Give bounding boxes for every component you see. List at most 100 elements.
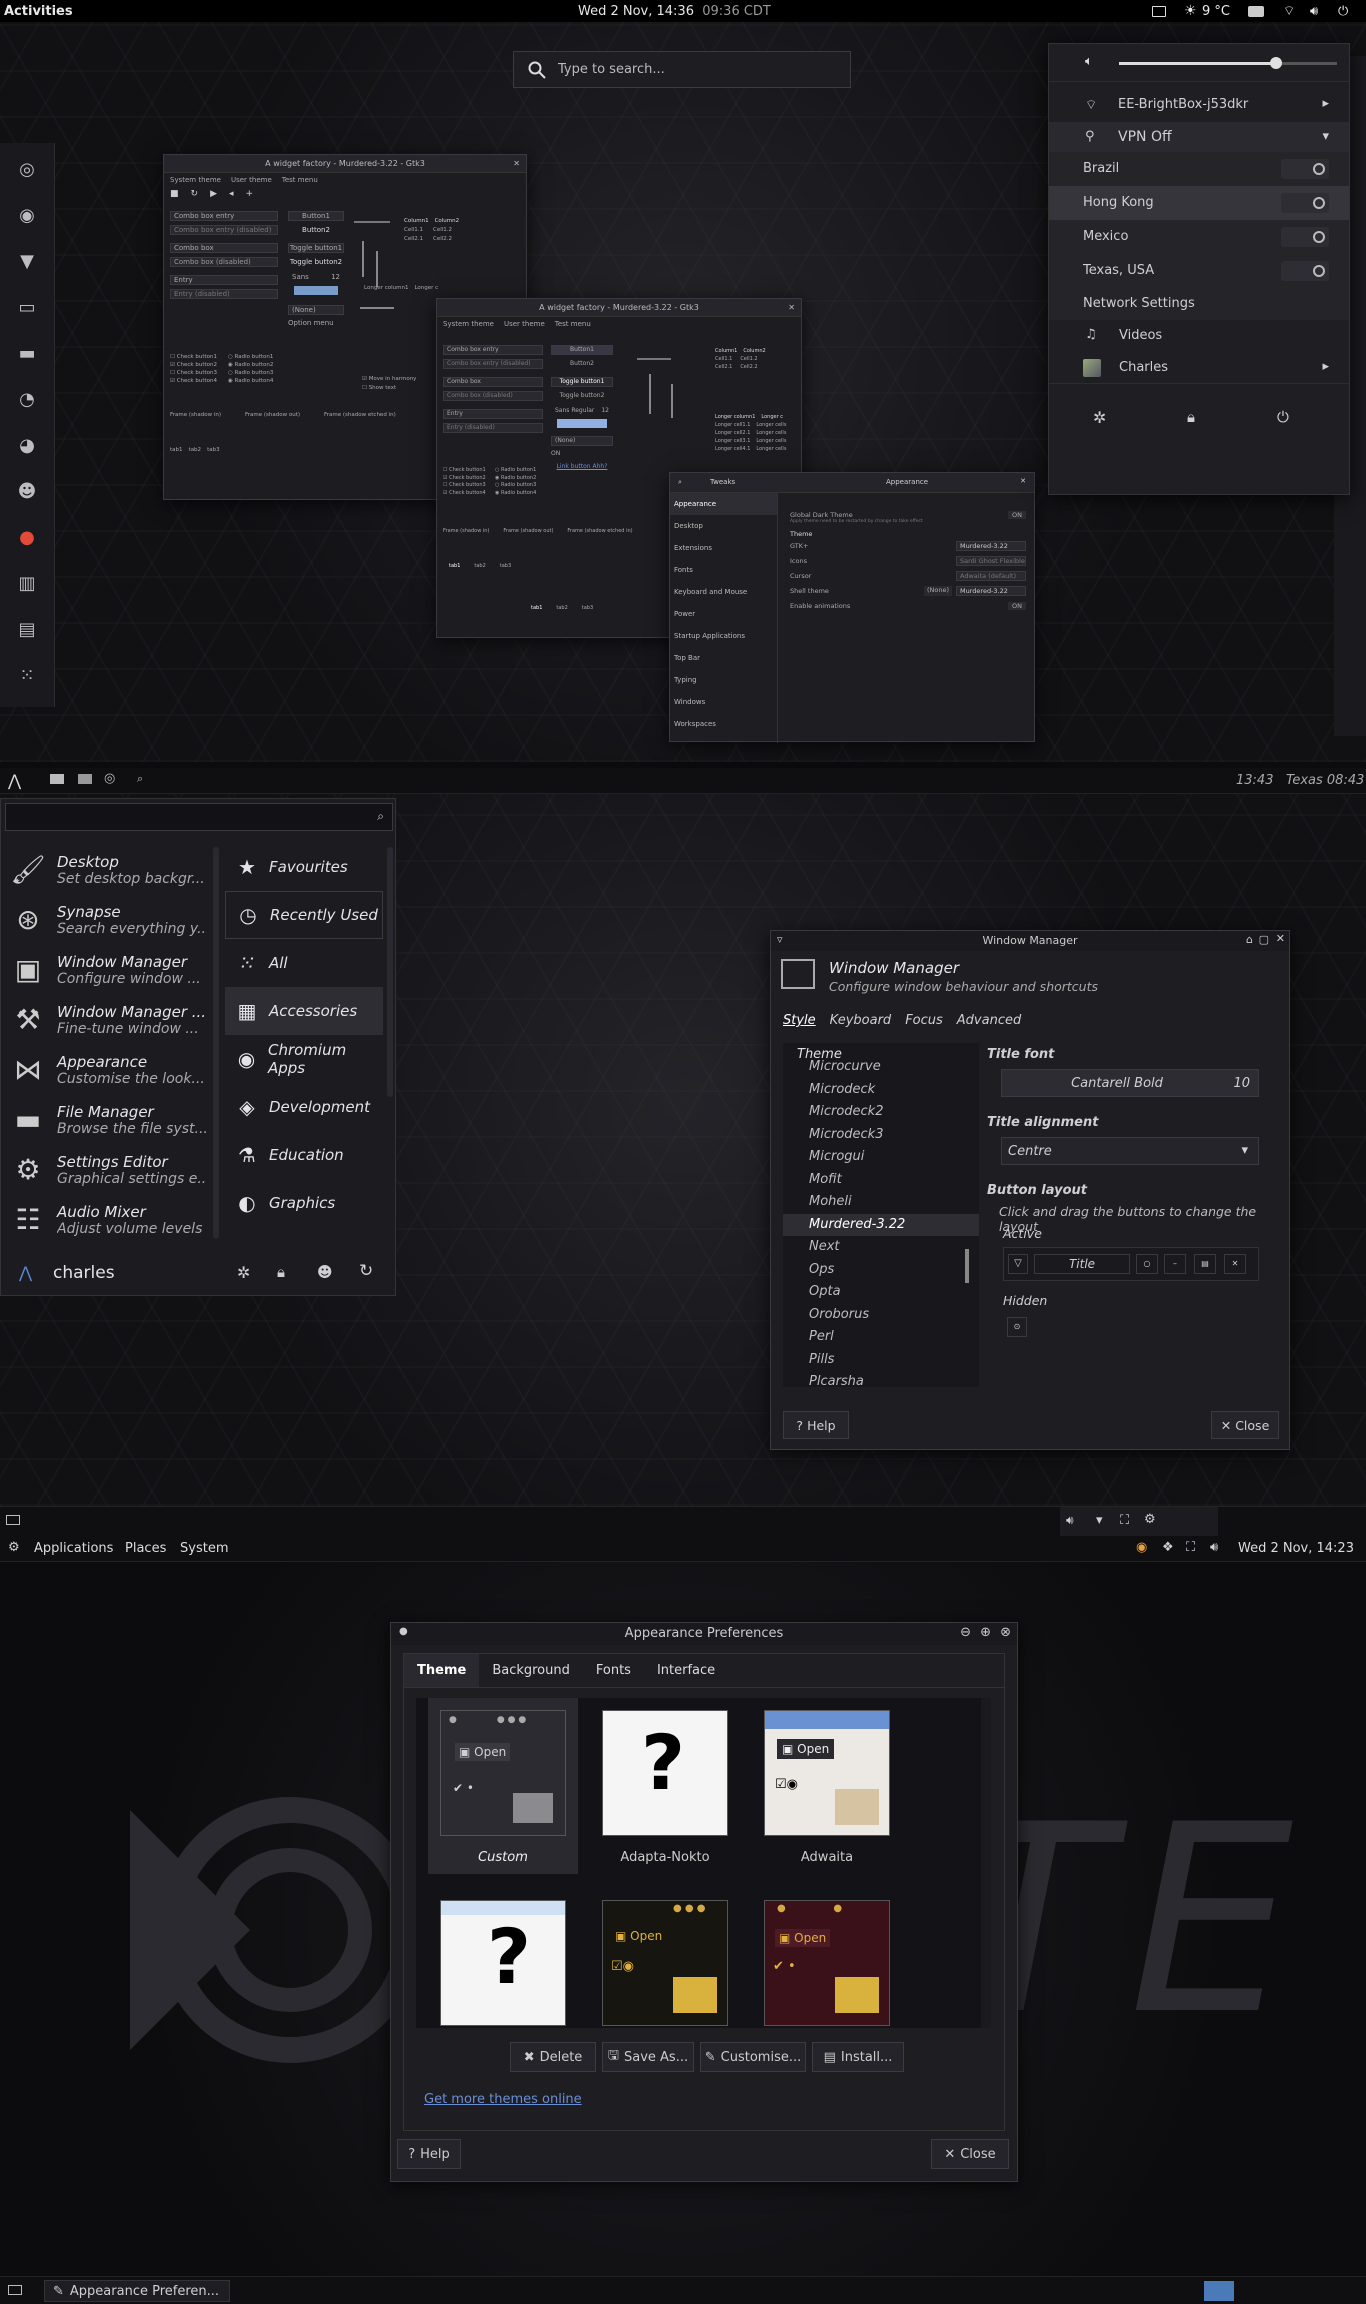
switch-on[interactable]: ON <box>551 449 613 459</box>
tab-2[interactable]: tab2 <box>556 605 567 611</box>
check-button-2[interactable]: ☑ Check button2 <box>170 361 217 369</box>
tweaks-sidebar-item[interactable]: Appearance <box>670 493 777 515</box>
maximize-icon[interactable]: ▢ <box>1259 933 1269 946</box>
radio-button-4[interactable]: ◉ Radio button4 <box>228 377 273 385</box>
workspace-switcher[interactable] <box>1204 2281 1234 2301</box>
mate-menu-icon[interactable]: ⚙ <box>8 1540 20 1555</box>
longer-column-2[interactable]: Longer c <box>761 413 783 421</box>
more-themes-link[interactable]: Get more themes online <box>424 2092 582 2107</box>
minimize-icon[interactable]: ⊖ <box>960 1625 971 1640</box>
theme-thumb-5[interactable]: ● ● ● ▣ Open ☑◉ <box>602 1900 728 2026</box>
show-text-check[interactable]: ☐ Show text <box>362 384 416 393</box>
whisker-app-item[interactable]: ▬ File Manager Browse the file syst... <box>1 1095 211 1145</box>
user-row[interactable]: Charles ▸ <box>1049 352 1349 384</box>
theme-thumb-adapta[interactable]: ? <box>602 1710 728 1836</box>
whisker-app-item[interactable]: 🖌︎ Desktop Set desktop backgr... <box>1 845 211 895</box>
close-button[interactable]: ✕ Close <box>1211 1411 1279 1439</box>
radio-button-2[interactable]: ◉ Radio button2 <box>495 475 536 483</box>
scale-h[interactable] <box>637 358 671 360</box>
theme-list-item[interactable]: Microgui <box>783 1146 979 1169</box>
show-desktop-icon[interactable] <box>6 1515 20 1525</box>
volume-slider-knob[interactable] <box>1269 57 1282 69</box>
theme-list-item[interactable]: Perl <box>783 1326 979 1349</box>
category-recently-used[interactable]: ◷ Recently Used <box>225 891 383 939</box>
volume-icon[interactable]: 🔊︎ <box>1310 4 1318 19</box>
vpn-item[interactable]: Brazil <box>1049 152 1349 186</box>
theme-thumb-adwaita[interactable]: ▣ Open ☑◉ <box>764 1710 890 1836</box>
lock-icon[interactable]: 🔒︎ <box>1187 408 1195 426</box>
option-menu[interactable]: Option menu <box>288 318 344 328</box>
apps-grid-icon[interactable]: ⁙ <box>14 665 40 691</box>
table-cell[interactable]: Cell2.2 <box>433 235 452 244</box>
equalizer-icon[interactable]: ▥ <box>14 573 40 599</box>
theme-thumb-6[interactable]: ● ● ▣ Open ✔ • <box>764 1900 890 2026</box>
chromium-icon[interactable]: ◎ <box>14 159 40 185</box>
table-cell[interactable]: Longer cell3.1 <box>715 437 750 445</box>
combo-box[interactable]: Combo box <box>170 243 278 253</box>
check-button-4[interactable]: ☑ Check button4 <box>170 377 217 385</box>
volume-muted-icon[interactable]: 🔈︎ <box>1085 54 1093 69</box>
network-icon[interactable]: ⛶ <box>1120 1513 1129 1528</box>
tab-interface[interactable]: Interface <box>644 1654 728 1687</box>
minimize-icon[interactable]: ⌂ <box>1246 933 1253 946</box>
scale-h[interactable] <box>354 221 390 223</box>
check-button-1[interactable]: ☐ Check button1 <box>170 353 217 361</box>
theme-list-item[interactable]: Plcarsha <box>783 1371 979 1387</box>
column-header[interactable]: Column1 <box>404 217 429 226</box>
table-cell[interactable]: Cell2.2 <box>740 363 757 371</box>
updates-icon[interactable]: ⚙ <box>1144 1512 1156 1527</box>
title-alignment-select[interactable]: Centre ▾ <box>1001 1137 1259 1165</box>
title-font-button[interactable]: Cantarell Bold 10 <box>1001 1069 1259 1097</box>
check-button-1[interactable]: ☐ Check button1 <box>443 467 486 475</box>
theme-list-item[interactable]: Next <box>783 1236 979 1259</box>
tab-1[interactable]: tab1 <box>170 447 183 453</box>
network-settings[interactable]: Network Settings <box>1049 288 1349 320</box>
dropbox-icon[interactable]: ❖ <box>1162 1540 1174 1555</box>
button1[interactable]: Button1 <box>551 345 613 355</box>
theme-list-item[interactable]: Opta <box>783 1281 979 1304</box>
weather-icon[interactable]: ☀ <box>1184 3 1197 19</box>
theme-list-item[interactable]: Moheli <box>783 1191 979 1214</box>
check-button-4[interactable]: ☑ Check button4 <box>443 490 486 498</box>
add-icon[interactable]: + <box>246 189 254 199</box>
toggle-button2[interactable]: Toggle button2 <box>551 391 613 401</box>
category-development[interactable]: ◈ Development <box>225 1083 383 1131</box>
tab-2[interactable]: tab2 <box>474 563 485 569</box>
files-icon[interactable]: ▬ <box>14 343 40 369</box>
volume-slider[interactable] <box>1119 57 1337 69</box>
close-icon[interactable]: ⊗ <box>1000 1625 1011 1640</box>
category-graphics[interactable]: ◐ Graphics <box>225 1179 383 1227</box>
play-icon[interactable]: ▶ <box>210 189 217 199</box>
help-button[interactable]: ? Help <box>397 2139 461 2169</box>
tab-3[interactable]: tab3 <box>582 605 593 611</box>
maximize-icon[interactable]: ⊕ <box>980 1625 991 1640</box>
xfce-menu-icon[interactable]: ⋀ <box>8 771 21 790</box>
vpn-row[interactable]: ⚲ VPN Off ▾ <box>1049 122 1349 152</box>
radio-button-1[interactable]: ○ Radio button1 <box>495 467 536 475</box>
whisker-search[interactable]: ⌕ <box>5 803 393 831</box>
theme-list-item[interactable]: Mofit <box>783 1169 979 1192</box>
stick-button-icon[interactable]: ⊙ <box>1007 1317 1027 1337</box>
tweaks-sidebar-item[interactable]: Workspaces <box>670 713 777 735</box>
clock[interactable]: Wed 2 Nov, 14:36 09:36 CDT <box>578 4 771 19</box>
check-button-3[interactable]: ☐ Check button3 <box>170 369 217 377</box>
tab-3[interactable]: tab3 <box>500 563 511 569</box>
mate-clock[interactable]: Wed 2 Nov, 14:23 <box>1238 1541 1354 1556</box>
button2[interactable]: Button2 <box>551 359 613 369</box>
brave-icon[interactable]: ▼ <box>14 251 40 277</box>
table-cell[interactable]: Longer cells <box>756 445 786 453</box>
search-box[interactable]: Type to search... <box>513 51 851 88</box>
settings-icon[interactable]: ✲ <box>237 1263 250 1282</box>
scale-v2[interactable] <box>376 251 378 287</box>
firefox-icon[interactable]: ◕ <box>14 435 40 461</box>
browser-icon[interactable]: ◎ <box>104 771 115 786</box>
theme-list-item[interactable]: Microcurve <box>783 1056 979 1079</box>
radio-button-4[interactable]: ◉ Radio button4 <box>495 490 536 498</box>
table-cell[interactable]: Cell2.1 <box>715 363 732 371</box>
check-button-3[interactable]: ☐ Check button3 <box>443 482 486 490</box>
menu-button-icon[interactable]: ▽ <box>1008 1254 1028 1274</box>
tab-1[interactable]: tab1 <box>449 563 460 569</box>
category-favourites[interactable]: ★ Favourites <box>225 843 383 891</box>
table-cell[interactable]: Cell1.2 <box>433 226 452 235</box>
combo-entry[interactable]: Combo box entry <box>443 345 543 355</box>
